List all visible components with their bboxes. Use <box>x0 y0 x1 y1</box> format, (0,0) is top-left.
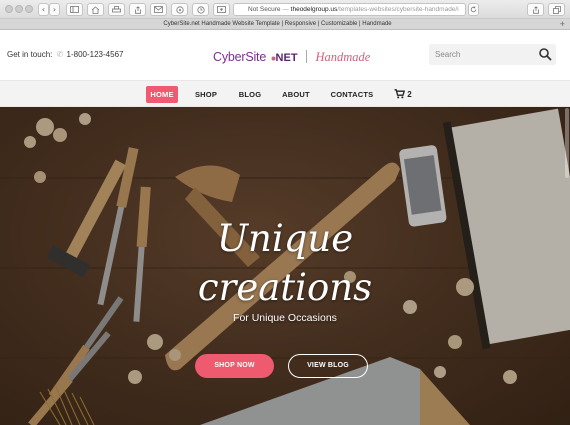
print-icon <box>112 6 121 13</box>
site-logo[interactable]: CyberSite NET Handmade <box>213 48 370 66</box>
search-icon[interactable] <box>538 47 552 61</box>
logo-net-text: NET <box>275 52 298 64</box>
logo-divider <box>306 50 307 63</box>
minimize-window-button[interactable] <box>15 5 23 13</box>
nav-blog[interactable]: BLOG <box>234 86 266 103</box>
hero-title-line1: Unique <box>216 217 354 260</box>
reload-icon <box>470 6 477 13</box>
clock-icon <box>196 6 205 14</box>
forward-icon: › <box>52 5 57 14</box>
home-button[interactable] <box>87 3 104 16</box>
url-path: /templates-websites/cybersite-handmade/i <box>337 6 459 13</box>
tab-title[interactable]: CyberSite.net Handmade Website Template … <box>0 19 555 29</box>
sidebar-icon <box>70 6 79 13</box>
history-button[interactable] <box>192 3 209 16</box>
hero-banner: Unique creations For Unique Occasions SH… <box>0 107 570 425</box>
browser-toolbar: ‹ › Not Secure — theodelgroup.us/templat… <box>0 0 570 19</box>
view-blog-button[interactable]: VIEW BLOG <box>288 354 368 378</box>
nav-home[interactable]: HOME <box>146 86 178 103</box>
print-button[interactable] <box>108 3 125 16</box>
extension-icon <box>175 6 184 14</box>
cart-button[interactable]: 2 <box>394 86 412 103</box>
tab-bar: CyberSite.net Handmade Website Template … <box>0 19 570 30</box>
url-host: theodelgroup.us <box>290 6 338 13</box>
tabs-overview-button[interactable] <box>548 3 565 16</box>
new-tab-icon[interactable]: + <box>560 19 565 29</box>
zoom-window-button[interactable] <box>25 5 33 13</box>
mail-button[interactable] <box>150 3 167 16</box>
security-label: Not Secure <box>248 6 281 13</box>
nav-about[interactable]: ABOUT <box>278 86 314 103</box>
mail-icon <box>154 6 163 13</box>
cart-count: 2 <box>407 90 412 99</box>
cart-icon <box>394 89 406 99</box>
site-header: Get in touch: ✆ 1-800-123-4567 CyberSite… <box>0 31 570 80</box>
phone-icon: ✆ <box>56 50 64 59</box>
logo-script-text: Handmade <box>315 50 371 64</box>
close-window-button[interactable] <box>5 5 13 13</box>
nav-shop[interactable]: SHOP <box>190 86 222 103</box>
share-icon <box>134 6 141 14</box>
share-button[interactable] <box>129 3 146 16</box>
reader-icon <box>217 6 226 13</box>
main-nav: HOME SHOP BLOG ABOUT CONTACTS 2 <box>0 80 570 107</box>
page-scrollbar[interactable] <box>565 108 569 178</box>
shop-now-button[interactable]: SHOP NOW <box>195 354 274 378</box>
share-sheet-icon <box>532 6 539 14</box>
back-icon: ‹ <box>41 5 46 14</box>
sidebar-button[interactable] <box>66 3 83 16</box>
reader-button[interactable] <box>213 3 230 16</box>
contact-info: Get in touch: ✆ 1-800-123-4567 <box>7 50 123 59</box>
nav-contacts[interactable]: CONTACTS <box>326 86 378 103</box>
tabs-icon <box>552 6 561 14</box>
forward-button[interactable]: › <box>49 3 60 16</box>
logo-main-text: CyberSite <box>213 50 267 64</box>
contact-label: Get in touch: <box>7 50 53 59</box>
search-box <box>429 44 556 65</box>
home-icon <box>91 6 100 14</box>
search-input[interactable] <box>433 47 533 62</box>
phone-number[interactable]: 1-800-123-4567 <box>67 50 124 59</box>
back-button[interactable]: ‹ <box>38 3 49 16</box>
address-bar[interactable]: Not Secure — theodelgroup.us/templates-w… <box>233 3 466 16</box>
share-sheet-button[interactable] <box>527 3 544 16</box>
hero-subtitle: For Unique Occasions <box>233 312 337 324</box>
extension-button[interactable] <box>171 3 188 16</box>
hero-title-line2: creations <box>197 266 373 309</box>
reload-button[interactable] <box>468 3 479 16</box>
